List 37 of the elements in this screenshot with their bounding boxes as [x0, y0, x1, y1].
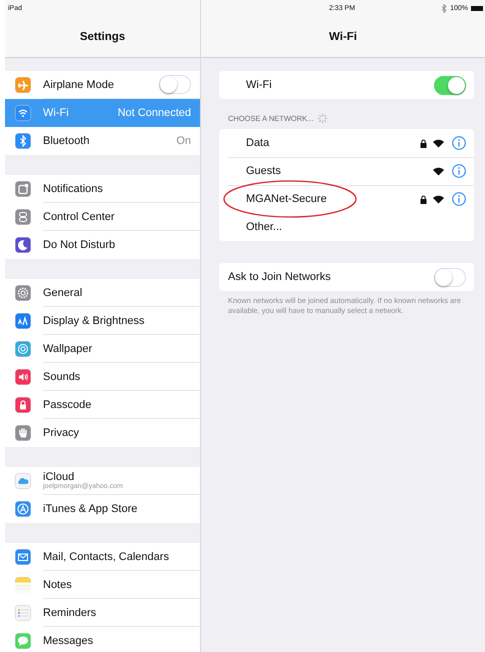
settings-item[interactable]: Display & Brightness — [5, 307, 200, 335]
setting-label: Ask to Join Networks — [228, 271, 331, 283]
network-item[interactable]: MGANet-Secure — [219, 185, 474, 213]
network-item[interactable]: Data — [219, 129, 474, 157]
network-item[interactable]: Guests — [219, 157, 474, 185]
settings-item[interactable]: Bluetooth On — [5, 127, 200, 155]
wifi-label: Wi-Fi — [246, 79, 272, 91]
info-icon[interactable] — [452, 192, 466, 206]
settings-item[interactable]: Do Not Disturb — [5, 231, 200, 259]
toggle-switch[interactable] — [434, 268, 466, 286]
settings-item[interactable]: Passcode — [5, 391, 200, 419]
settings-item[interactable]: iTunes & App Store — [5, 495, 200, 523]
settings-item[interactable]: Wallpaper — [5, 335, 200, 363]
status-value: On — [176, 135, 191, 147]
spinner-icon — [317, 113, 328, 124]
settings-item[interactable]: Privacy — [5, 419, 200, 447]
settings-item[interactable]: Control Center — [5, 203, 200, 231]
info-icon[interactable] — [452, 136, 466, 150]
settings-item[interactable]: Notifications — [5, 175, 200, 203]
info-icon[interactable] — [452, 164, 466, 178]
sidebar-title: Settings — [80, 30, 126, 42]
settings-item[interactable]: Reminders — [5, 599, 200, 627]
other-network-item[interactable]: Other... — [219, 213, 474, 241]
settings-item[interactable]: General — [5, 279, 200, 307]
settings-item[interactable]: Notes — [5, 571, 200, 599]
wifi-icon — [433, 138, 444, 148]
status-value: Not Connected — [118, 107, 191, 119]
settings-item[interactable]: Messages — [5, 627, 200, 652]
battery-icon — [471, 6, 484, 10]
wifi-icon — [433, 166, 444, 176]
settings-item[interactable]: Sounds — [5, 363, 200, 391]
bluetooth-icon — [441, 4, 448, 12]
toggle-switch[interactable] — [434, 76, 466, 94]
page-title: Wi-Fi — [329, 30, 357, 42]
settings-item[interactable]: Mail, Contacts, Calendars — [5, 543, 200, 571]
wifi-icon — [433, 194, 444, 204]
toggle-switch[interactable] — [159, 75, 191, 94]
